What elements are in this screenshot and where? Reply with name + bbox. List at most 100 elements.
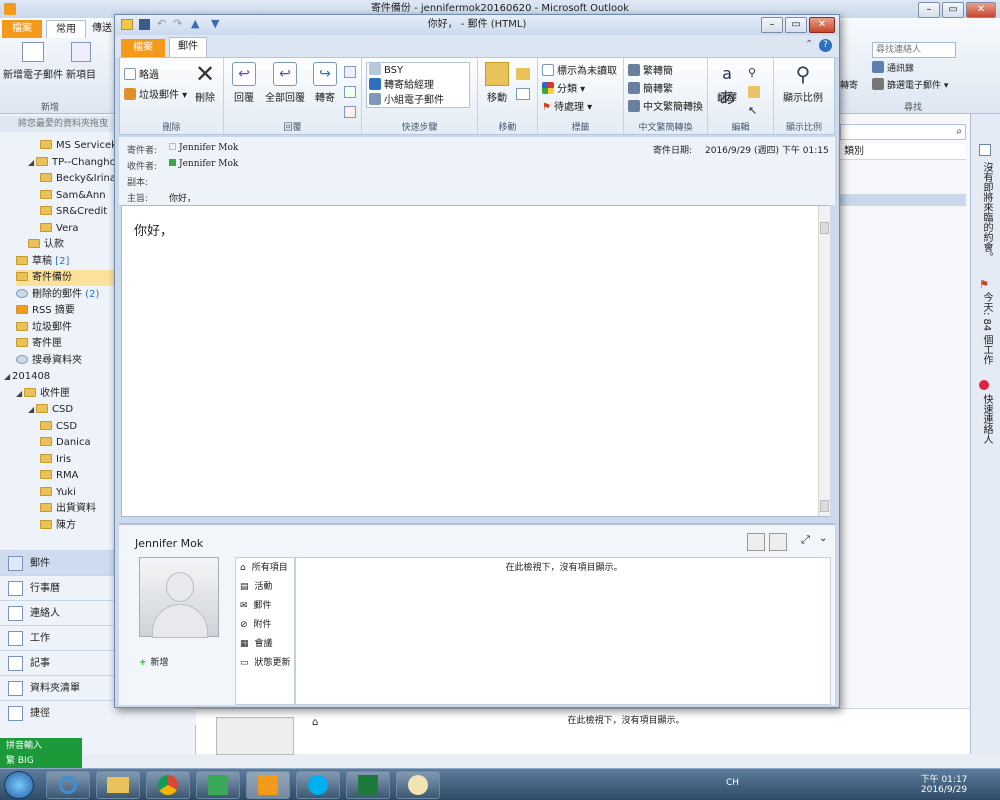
- quick-step-forward-manager[interactable]: 轉寄給經理: [369, 78, 434, 94]
- taskbar-skype[interactable]: [296, 771, 340, 799]
- close-button[interactable]: ✕: [809, 17, 835, 33]
- person-icon[interactable]: [769, 533, 787, 551]
- category-column-header[interactable]: 類別: [840, 144, 966, 160]
- folder-item[interactable]: RSS 摘要: [16, 303, 75, 319]
- folder-item[interactable]: Sam&Ann: [40, 188, 106, 204]
- message-body[interactable]: 你好，: [121, 205, 830, 517]
- tab-file[interactable]: 檔案: [121, 39, 165, 57]
- search-contacts-input[interactable]: 尋找連絡人: [872, 42, 956, 58]
- actions-icon[interactable]: [516, 88, 530, 100]
- folder-item[interactable]: Yuki: [40, 485, 76, 501]
- expand-icon[interactable]: ⤢: [801, 533, 810, 547]
- minimize-button[interactable]: –: [761, 17, 783, 33]
- main-tab-send[interactable]: 傳送: [90, 20, 114, 38]
- tray-clock[interactable]: 下午 01:17 2016/9/29: [912, 772, 976, 795]
- folder-item[interactable]: 刪除的郵件 (2): [16, 287, 99, 303]
- add-contact-button[interactable]: + 新增: [139, 655, 169, 668]
- scroll-down-icon[interactable]: [820, 500, 829, 512]
- selected-mail-row[interactable]: [840, 194, 966, 206]
- people-filter-item[interactable]: ⊘ 附件: [240, 616, 272, 634]
- taskbar-outlook[interactable]: [246, 771, 290, 799]
- forward-button[interactable]: ↪ 轉寄: [310, 62, 340, 104]
- folder-item[interactable]: ◢ CSD: [28, 402, 73, 418]
- translate-button[interactable]: aあ 翻譯: [712, 62, 742, 107]
- folder-item[interactable]: ◢ 201408: [4, 369, 50, 385]
- taskbar-excel[interactable]: [346, 771, 390, 799]
- ignore-button[interactable]: 略過: [124, 68, 159, 84]
- folder-item[interactable]: CSD: [40, 419, 77, 435]
- from-value[interactable]: Jennifer Mok: [169, 143, 238, 153]
- collapse-ribbon-icon[interactable]: ⌃: [805, 39, 813, 50]
- folder-item[interactable]: 出貨資料: [40, 501, 96, 517]
- folder-item[interactable]: 陳方: [40, 518, 76, 534]
- folder-item[interactable]: SR&Credit: [40, 204, 107, 220]
- main-restore-button[interactable]: ▭: [942, 2, 964, 18]
- folder-item[interactable]: Becky&Irina: [40, 171, 116, 187]
- find-icon[interactable]: ⚲: [748, 66, 756, 79]
- tray-language[interactable]: CH: [726, 778, 739, 788]
- select-icon[interactable]: ↖: [748, 104, 757, 117]
- zh-convert-button[interactable]: 中文繁簡轉換: [628, 100, 703, 116]
- people-filter-item[interactable]: ▤ 活動: [240, 578, 273, 596]
- main-close-button[interactable]: ✕: [966, 2, 996, 18]
- expand-arrow-icon[interactable]: ◢: [28, 155, 36, 171]
- rules-icon[interactable]: [516, 68, 530, 80]
- to-value[interactable]: Jennifer Mok: [169, 159, 238, 169]
- related-icon[interactable]: [748, 86, 760, 98]
- people-filter-item[interactable]: ⌂ 所有項目: [240, 559, 288, 577]
- quick-step-team-email[interactable]: 小組電子郵件: [369, 93, 444, 109]
- reply-button[interactable]: ↩ 回覆: [228, 62, 260, 104]
- mark-unread-button[interactable]: 標示為未讀取: [542, 64, 617, 80]
- main-minimize-button[interactable]: –: [918, 2, 940, 18]
- move-button[interactable]: 移動: [482, 62, 512, 104]
- main-tab-file[interactable]: 檔案: [2, 20, 42, 38]
- simp-to-trad-button[interactable]: 簡轉繁: [628, 82, 673, 98]
- zoom-button[interactable]: ⚲ 顯示比例: [778, 62, 828, 104]
- maximize-button[interactable]: ▭: [785, 17, 807, 33]
- new-items-button[interactable]: 新項目: [62, 42, 100, 81]
- home-icon[interactable]: ⌂: [312, 717, 318, 728]
- ime-bar[interactable]: 拼音輸入: [0, 738, 82, 754]
- categorize-button[interactable]: 分類 ▾: [542, 82, 585, 98]
- taskbar-explorer[interactable]: [96, 771, 140, 799]
- person-icon[interactable]: [747, 533, 765, 551]
- trad-to-simp-button[interactable]: 繁轉簡: [628, 64, 673, 80]
- ime-bar-2[interactable]: 繁 BIG: [0, 754, 82, 768]
- address-book-button[interactable]: 通訊錄: [872, 61, 914, 74]
- folder-item[interactable]: Iris: [40, 452, 71, 468]
- folder-item[interactable]: ◢ 收件匣: [16, 386, 70, 402]
- im-icon[interactable]: [344, 86, 356, 98]
- folder-item[interactable]: 垃圾郵件: [16, 320, 72, 336]
- meeting-icon[interactable]: [344, 66, 356, 78]
- follow-up-button[interactable]: ⚑ 待處理 ▾: [542, 100, 592, 116]
- folder-item[interactable]: 草稿 [2]: [16, 254, 69, 270]
- expand-arrow-icon[interactable]: ◢: [16, 386, 24, 402]
- help-icon[interactable]: ?: [819, 39, 832, 52]
- taskbar-app[interactable]: [196, 771, 240, 799]
- folder-item[interactable]: ◢ TP--Changho: [28, 155, 116, 171]
- quick-step-bsy[interactable]: BSY: [369, 63, 403, 79]
- folder-item[interactable]: 认款: [28, 237, 64, 253]
- people-filter-item[interactable]: ▦ 會議: [240, 635, 273, 653]
- taskbar-paint[interactable]: [396, 771, 440, 799]
- people-filter-item[interactable]: ▭ 狀態更新: [240, 654, 291, 672]
- start-button[interactable]: [4, 771, 34, 799]
- taskbar-ie[interactable]: [46, 771, 90, 799]
- people-filter-item[interactable]: ✉ 郵件: [240, 597, 272, 615]
- folder-item[interactable]: 寄件匣: [16, 336, 62, 352]
- delete-button[interactable]: ✕ 刪除: [190, 62, 220, 104]
- expand-arrow-icon[interactable]: ◢: [28, 402, 36, 418]
- folder-item[interactable]: Vera: [40, 221, 78, 237]
- folder-item[interactable]: RMA: [40, 468, 78, 484]
- chevron-down-icon[interactable]: ⌄: [819, 533, 827, 544]
- instant-search-input[interactable]: ⌕: [840, 124, 966, 140]
- scroll-up-icon[interactable]: [820, 222, 829, 234]
- junk-button[interactable]: 垃圾郵件 ▾: [124, 88, 187, 104]
- more-icon[interactable]: [344, 106, 356, 118]
- new-mail-button[interactable]: 新增電子郵件: [2, 42, 64, 81]
- tab-message[interactable]: 郵件: [169, 37, 207, 57]
- reply-all-button[interactable]: ↩ 全部回覆: [262, 62, 308, 104]
- filter-mail-button[interactable]: 篩選電子郵件 ▾: [872, 78, 948, 91]
- folder-item[interactable]: Danica: [40, 435, 91, 451]
- main-tab-home[interactable]: 常用: [46, 20, 86, 38]
